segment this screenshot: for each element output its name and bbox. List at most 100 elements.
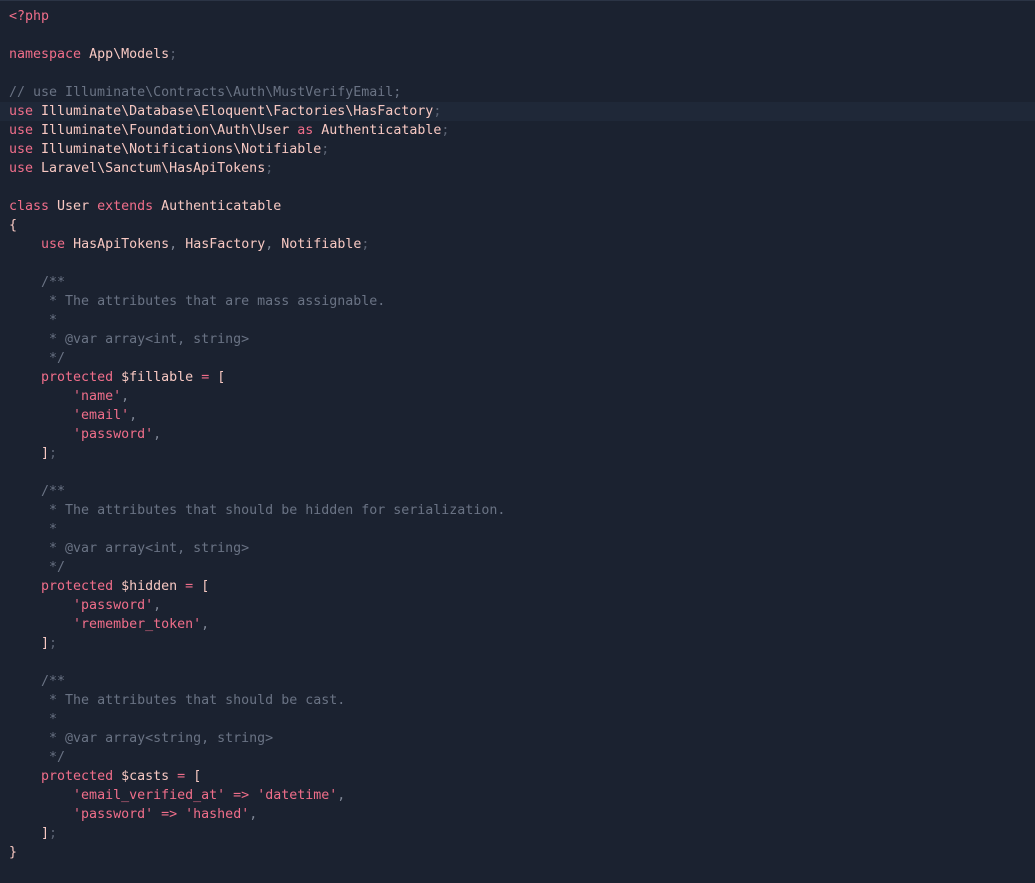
code-line-14[interactable] xyxy=(0,254,1035,273)
code-line-2[interactable] xyxy=(0,26,1035,45)
comment: /** xyxy=(41,275,66,290)
code-line-16[interactable]: * The attributes that are mass assignabl… xyxy=(0,292,1035,311)
code-editor[interactable]: <?php namespace App\Models; // use Illum… xyxy=(0,0,1035,883)
code-line-24[interactable]: ]; xyxy=(0,444,1035,463)
comment: * xyxy=(41,313,58,328)
identifier: HasFactory xyxy=(185,237,266,252)
code-line-10[interactable] xyxy=(0,178,1035,197)
code-line-1[interactable]: <?php xyxy=(0,7,1035,26)
code-line-12[interactable]: { xyxy=(0,216,1035,235)
comment: * xyxy=(41,712,58,727)
code-line-17[interactable]: * xyxy=(0,311,1035,330)
code-line-21[interactable]: 'name', xyxy=(0,387,1035,406)
bracket: ] xyxy=(41,826,50,841)
keyword: use xyxy=(41,237,66,252)
bracket: [ xyxy=(201,579,210,594)
php-open-tag: <?php xyxy=(9,9,50,24)
comment: /** xyxy=(41,484,66,499)
code-line-32[interactable]: 'password', xyxy=(0,596,1035,615)
string-literal: 'remember_token' xyxy=(73,617,202,632)
operator: = xyxy=(185,579,194,594)
code-line-19[interactable]: */ xyxy=(0,349,1035,368)
code-line-6[interactable]: use Illuminate\Database\Eloquent\Factori… xyxy=(0,102,1035,121)
punctuation: , xyxy=(169,237,178,252)
punctuation: , xyxy=(201,617,210,632)
comment: * @var array<string, string> xyxy=(41,731,274,746)
code-line-13[interactable]: use HasApiTokens, HasFactory, Notifiable… xyxy=(0,235,1035,254)
code-line-34[interactable]: ]; xyxy=(0,634,1035,653)
code-line-41[interactable]: protected $casts = [ xyxy=(0,767,1035,786)
code-area[interactable]: <?php namespace App\Models; // use Illum… xyxy=(0,7,1035,862)
code-line-29[interactable]: * @var array<int, string> xyxy=(0,539,1035,558)
code-line-25[interactable] xyxy=(0,463,1035,482)
code-line-37[interactable]: * The attributes that should be cast. xyxy=(0,691,1035,710)
code-line-36[interactable]: /** xyxy=(0,672,1035,691)
code-line-3[interactable]: namespace App\Models; xyxy=(0,45,1035,64)
code-line-28[interactable]: * xyxy=(0,520,1035,539)
code-line-22[interactable]: 'email', xyxy=(0,406,1035,425)
code-line-40[interactable]: */ xyxy=(0,748,1035,767)
code-line-30[interactable]: */ xyxy=(0,558,1035,577)
code-line-45[interactable]: } xyxy=(0,843,1035,862)
code-line-18[interactable]: * @var array<int, string> xyxy=(0,330,1035,349)
punctuation: , xyxy=(153,598,162,613)
bracket: { xyxy=(9,218,18,233)
semicolon: ; xyxy=(361,237,370,252)
namespace-name: Illuminate\Notifications\Notifiable xyxy=(41,142,322,157)
code-line-11[interactable]: class User extends Authenticatable xyxy=(0,197,1035,216)
code-line-5[interactable]: // use Illuminate\Contracts\Auth\MustVer… xyxy=(0,83,1035,102)
code-line-38[interactable]: * xyxy=(0,710,1035,729)
bracket: ] xyxy=(41,446,50,461)
code-line-44[interactable]: ]; xyxy=(0,824,1035,843)
code-line-42[interactable]: 'email_verified_at' => 'datetime', xyxy=(0,786,1035,805)
semicolon: ; xyxy=(265,161,274,176)
keyword: use xyxy=(9,123,34,138)
comment: */ xyxy=(41,750,66,765)
keyword: protected xyxy=(41,370,114,385)
code-line-26[interactable]: /** xyxy=(0,482,1035,501)
code-line-9[interactable]: use Laravel\Sanctum\HasApiTokens; xyxy=(0,159,1035,178)
comment: * @var array<int, string> xyxy=(41,332,250,347)
code-line-8[interactable]: use Illuminate\Notifications\Notifiable; xyxy=(0,140,1035,159)
namespace-name: Laravel\Sanctum\HasApiTokens xyxy=(41,161,266,176)
code-line-7[interactable]: use Illuminate\Foundation\Auth\User as A… xyxy=(0,121,1035,140)
code-line-31[interactable]: protected $hidden = [ xyxy=(0,577,1035,596)
code-line-33[interactable]: 'remember_token', xyxy=(0,615,1035,634)
code-line-20[interactable]: protected $fillable = [ xyxy=(0,368,1035,387)
string-literal: 'datetime' xyxy=(257,788,338,803)
code-line-35[interactable] xyxy=(0,653,1035,672)
code-line-39[interactable]: * @var array<string, string> xyxy=(0,729,1035,748)
code-line-27[interactable]: * The attributes that should be hidden f… xyxy=(0,501,1035,520)
code-line-4[interactable] xyxy=(0,64,1035,83)
keyword: use xyxy=(9,142,34,157)
namespace-name: Illuminate\Foundation\Auth\User xyxy=(41,123,290,138)
code-line-15[interactable]: /** xyxy=(0,273,1035,292)
code-line-23[interactable]: 'password', xyxy=(0,425,1035,444)
bracket: [ xyxy=(217,370,226,385)
string-literal: 'name' xyxy=(73,389,122,404)
code-line-43[interactable]: 'password' => 'hashed', xyxy=(0,805,1035,824)
